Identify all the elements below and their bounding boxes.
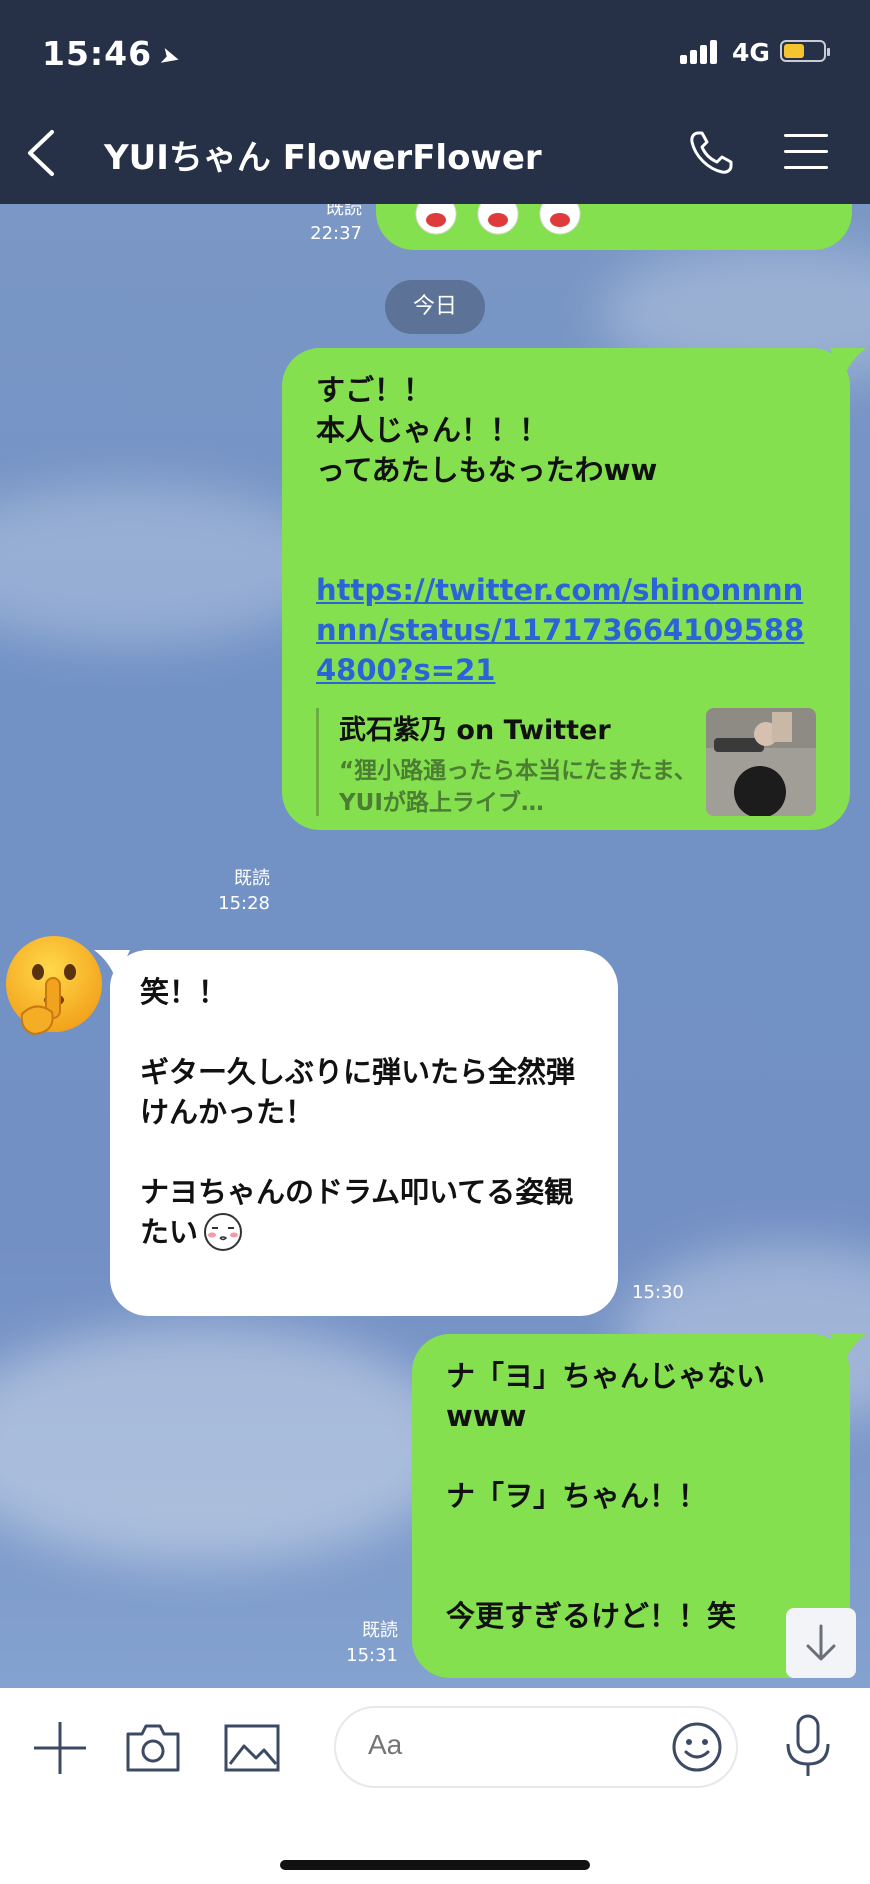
message-input[interactable] bbox=[366, 1728, 620, 1762]
camera-icon[interactable] bbox=[124, 1720, 182, 1774]
sticker-emoji-row bbox=[414, 204, 584, 244]
emoji-icon[interactable] bbox=[670, 1720, 724, 1774]
contact-avatar[interactable] bbox=[0, 934, 104, 1038]
chat-title: YUIちゃん FlowerFlower bbox=[104, 138, 542, 178]
image-icon[interactable] bbox=[224, 1724, 280, 1772]
back-icon[interactable] bbox=[22, 128, 62, 178]
link-preview[interactable]: 武石紫乃 on Twitter “狸小路通ったら本当にたまたま、YUIが路上ライ… bbox=[316, 708, 816, 816]
input-bar bbox=[0, 1688, 870, 1884]
incoming-message-bubble[interactable]: 笑！！ ギター久しぶりに弾いたら全然弾けんかった！ ナヨちゃんのドラム叩いてる姿… bbox=[94, 950, 618, 1316]
message-input-field[interactable] bbox=[334, 1706, 738, 1788]
network-type: 4G bbox=[732, 38, 770, 67]
bubble-tail bbox=[830, 348, 866, 378]
bubble-tail bbox=[94, 950, 130, 980]
phone-icon[interactable] bbox=[686, 128, 736, 178]
link-preview-description: “狸小路通ったら本当にたまたま、YUIが路上ライブ… bbox=[339, 758, 697, 816]
signal-icon bbox=[680, 40, 724, 64]
date-divider: 今日 bbox=[385, 280, 485, 334]
outgoing-message-bubble[interactable]: すご！！ 本人じゃん！！！ ってあたしもなったわww https://twitt… bbox=[282, 348, 866, 830]
status-time: 15:46 ➤ bbox=[42, 34, 185, 74]
mic-icon[interactable] bbox=[782, 1714, 834, 1780]
message-time: 15:30 bbox=[632, 1282, 684, 1303]
read-receipt: 既読 bbox=[362, 1620, 398, 1641]
scroll-down-button[interactable] bbox=[786, 1608, 856, 1678]
plus-icon[interactable] bbox=[32, 1720, 88, 1776]
blush-emoji-icon bbox=[204, 1213, 243, 1251]
menu-icon[interactable] bbox=[784, 134, 828, 170]
message-time: 22:37 bbox=[310, 223, 362, 244]
header: 15:46 ➤ 4G YUIちゃん FlowerFlower bbox=[0, 0, 870, 204]
link-preview-thumbnail bbox=[706, 708, 816, 816]
home-indicator bbox=[280, 1860, 590, 1870]
message-time: 15:28 bbox=[218, 893, 270, 914]
battery-icon bbox=[780, 40, 830, 62]
message-text: すご！！ 本人じゃん！！！ ってあたしもなったわww bbox=[316, 373, 658, 487]
arrow-down-icon bbox=[806, 1624, 836, 1661]
chat-area[interactable]: 既読 22:37 今日 すご！！ 本人じゃん！！！ ってあたしもなったわww h… bbox=[0, 204, 870, 1688]
previous-message-bubble[interactable] bbox=[376, 204, 852, 250]
read-receipt: 既読 bbox=[326, 204, 362, 219]
message-text: 笑！！ ギター久しぶりに弾いたら全然弾けんかった！ ナヨちゃんのドラム叩いてる姿… bbox=[140, 975, 576, 1249]
read-receipt: 既読 bbox=[234, 868, 270, 889]
location-arrow-icon: ➤ bbox=[156, 40, 185, 74]
message-text: ナ「ヨ」ちゃんじゃない www ナ「ヲ」ちゃん！！ 今更すぎるけど！！笑 bbox=[446, 1359, 766, 1633]
message-time: 15:31 bbox=[346, 1645, 398, 1666]
outgoing-message-bubble[interactable]: ナ「ヨ」ちゃんじゃない www ナ「ヲ」ちゃん！！ 今更すぎるけど！！笑 bbox=[412, 1334, 866, 1678]
message-link[interactable]: https://twitter.com/shinonnnnnnn/status/… bbox=[316, 570, 816, 690]
